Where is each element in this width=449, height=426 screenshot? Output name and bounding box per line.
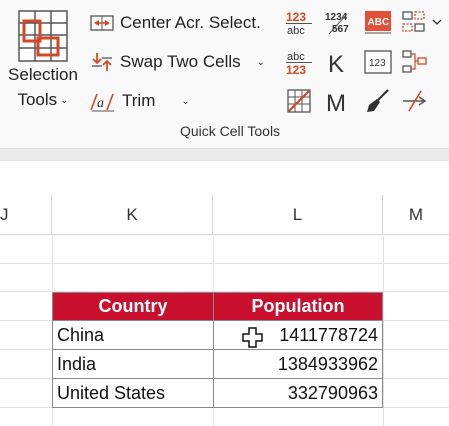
population-cell[interactable]: 1411778724 <box>213 320 383 350</box>
center-across-label: Center Acr. Select. <box>120 13 261 32</box>
population-table: Country Population China 1411778724 Indi… <box>52 292 383 408</box>
text-to-number-icon[interactable]: abc 123 <box>284 47 314 77</box>
table-header-row: Country Population <box>52 292 383 321</box>
column-header-j[interactable]: J <box>0 195 52 235</box>
country-cell[interactable]: India <box>52 349 214 379</box>
number-box-icon[interactable]: 123 <box>363 47 393 77</box>
number-to-text-icon[interactable]: 123 abc <box>284 7 314 37</box>
spell-check-icon[interactable]: ABC <box>363 7 393 37</box>
quick-cell-tools-group-label: Quick Cell Tools <box>179 123 281 139</box>
selection-tools-label: Selection <box>8 65 78 84</box>
header-cell-country[interactable]: Country <box>52 292 214 321</box>
table-row: United States 332790963 <box>52 378 383 408</box>
trim-button[interactable]: a Trim ⌄ <box>90 86 190 116</box>
split-number-icon[interactable]: 1234 567 <box>324 7 354 37</box>
country-cell[interactable]: China <box>52 320 214 350</box>
center-across-selection-button[interactable]: Center Acr. Select. <box>90 8 261 38</box>
svg-text:abc: abc <box>287 25 305 36</box>
country-cell[interactable]: United States <box>52 378 214 408</box>
column-header-l[interactable]: L <box>213 195 383 235</box>
svg-text:abc: abc <box>287 51 305 63</box>
svg-text:a: a <box>97 96 104 111</box>
formula-bar-area <box>0 160 449 194</box>
trim-icon: a <box>90 93 114 112</box>
population-cell[interactable]: 332790963 <box>213 378 383 408</box>
swap-cells-label: Swap Two Cells <box>120 52 241 71</box>
svg-text:567: 567 <box>332 24 349 35</box>
ribbon: Selection Tools ⌄ Center Acr. Select. Swa… <box>0 0 449 148</box>
svg-text:K: K <box>328 51 344 76</box>
column-header-m[interactable]: M <box>383 195 449 235</box>
svg-text:123: 123 <box>369 58 386 69</box>
grid-line <box>0 263 449 264</box>
grid-line <box>383 236 384 426</box>
clear-brush-icon[interactable] <box>363 86 393 116</box>
column-header-k[interactable]: K <box>52 195 213 235</box>
svg-text:123: 123 <box>286 10 306 24</box>
svg-text:ABC: ABC <box>368 17 390 28</box>
selection-tools-label-2: Tools ⌄ <box>17 90 69 109</box>
select-range-icon[interactable] <box>400 7 430 37</box>
selection-grid-icon <box>18 10 68 62</box>
chevron-down-icon: ⌄ <box>60 95 69 106</box>
k-format-icon[interactable]: K <box>324 47 354 77</box>
m-format-icon[interactable]: M <box>324 86 354 116</box>
svg-text:123: 123 <box>286 63 306 76</box>
selection-tools-button[interactable]: Selection Tools ⌄ <box>2 4 84 116</box>
arrange-range-icon[interactable] <box>400 47 430 77</box>
table-convert-icon[interactable] <box>284 86 314 116</box>
ribbon-bottom-bar <box>0 148 449 160</box>
table-row: India 1384933962 <box>52 349 383 379</box>
chevron-down-icon[interactable] <box>428 7 446 37</box>
center-across-icon <box>90 15 114 31</box>
swap-two-cells-button[interactable]: Swap Two Cells ⌄ <box>90 47 265 77</box>
chevron-down-icon[interactable]: ⌄ <box>257 57 265 68</box>
cell-cursor-icon <box>242 327 263 348</box>
trim-label: Trim <box>122 91 156 110</box>
header-cell-population[interactable]: Population <box>213 292 383 321</box>
table-row: China 1411778724 <box>52 320 383 350</box>
swap-cells-icon <box>92 53 112 71</box>
chevron-down-icon[interactable]: ⌄ <box>181 96 189 107</box>
svg-text:M: M <box>326 90 346 115</box>
remove-strike-icon[interactable] <box>400 86 430 116</box>
population-cell[interactable]: 1384933962 <box>213 349 383 379</box>
